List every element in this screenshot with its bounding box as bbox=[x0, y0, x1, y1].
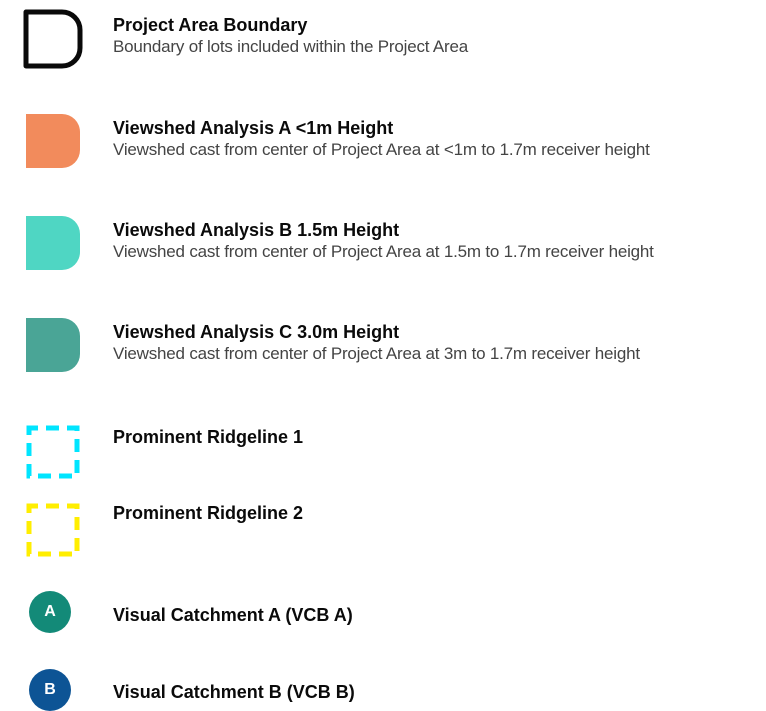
badge-letter: B bbox=[44, 681, 56, 698]
turquoise-swatch-icon bbox=[26, 216, 80, 270]
cyan-dashed-square-icon bbox=[26, 425, 80, 479]
legend-description: Boundary of lots included within the Pro… bbox=[113, 37, 468, 56]
legend-title: Project Area Boundary bbox=[113, 15, 308, 35]
legend-title: Viewshed Analysis A <1m Height bbox=[113, 118, 394, 138]
legend-title: Viewshed Analysis B 1.5m Height bbox=[113, 220, 400, 240]
legend-description: Viewshed cast from center of Project Are… bbox=[113, 242, 654, 261]
vcb-a-badge-icon: A bbox=[29, 591, 71, 633]
yellow-dashed-square-icon bbox=[26, 503, 80, 557]
vcb-b-badge-icon: B bbox=[29, 669, 71, 711]
legend-description: Viewshed cast from center of Project Are… bbox=[113, 140, 650, 159]
legend-title: Visual Catchment A (VCB A) bbox=[113, 605, 353, 625]
badge-letter: A bbox=[44, 603, 56, 620]
rounded-square-outline-icon bbox=[23, 9, 83, 69]
legend-description: Viewshed cast from center of Project Are… bbox=[113, 344, 640, 363]
teal-swatch-icon bbox=[26, 318, 80, 372]
orange-swatch-icon bbox=[26, 114, 80, 168]
legend-title: Viewshed Analysis C 3.0m Height bbox=[113, 322, 400, 342]
legend-title: Visual Catchment B (VCB B) bbox=[113, 682, 355, 702]
legend-title: Prominent Ridgeline 2 bbox=[113, 503, 304, 523]
legend-title: Prominent Ridgeline 1 bbox=[113, 427, 304, 447]
